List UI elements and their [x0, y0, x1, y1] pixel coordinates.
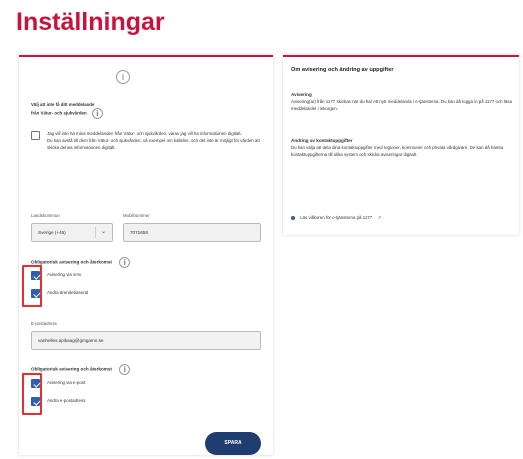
- info-panel: Om avisering och ändring av uppgifter Av…: [283, 55, 519, 235]
- info-section-notification: Avisering Avisering(ar) från 1177 skicka…: [291, 91, 513, 112]
- email-label: E-postadress: [31, 321, 57, 326]
- info-panel-title: Om avisering och ändring av uppgifter: [291, 67, 394, 73]
- country-code-value: Sverige (+46): [38, 230, 66, 235]
- chevron-down-icon: ⌄: [100, 229, 106, 235]
- bullet-icon: [291, 215, 295, 220]
- terms-link[interactable]: Läs villkoren för e-tjänsterna på 1177 ↗: [291, 215, 381, 221]
- email-option-2-label: Andra e-postadress: [47, 398, 86, 403]
- section-text: Du kan välja att dela dina kontaktuppgif…: [291, 145, 504, 157]
- no-contact-heading: Välj att inte få ditt meddelande från Vä…: [31, 101, 261, 119]
- info-circle-icon[interactable]: i: [116, 70, 130, 84]
- section-heading: Ändring av kontaktuppgifter: [291, 138, 353, 143]
- sms-option-1-checkbox[interactable]: [31, 271, 40, 280]
- country-code-label: Landskommun: [31, 213, 60, 218]
- heading-line-2: från Vätur- och sjukvården: [31, 110, 87, 116]
- email-option-1-checkbox[interactable]: [31, 379, 40, 388]
- email-option-2-checkbox[interactable]: [31, 397, 40, 406]
- mobile-label: Mobilnummer: [123, 213, 150, 218]
- save-button[interactable]: SPARA: [205, 432, 261, 455]
- page-title: Inställningar: [16, 8, 165, 36]
- email-input[interactable]: vanhelles.apikaag@gmgamn.se: [31, 331, 261, 350]
- info-circle-icon[interactable]: i: [119, 364, 131, 375]
- mobile-value: 7071658: [130, 230, 148, 235]
- select-divider: [95, 227, 96, 238]
- sms-group-heading: Obligatorisk avisering och återkomst i: [31, 257, 131, 268]
- info-circle-icon[interactable]: i: [119, 257, 131, 268]
- email-value: vanhelles.apikaag@gmgamn.se: [38, 338, 104, 343]
- section-heading: Avisering: [291, 92, 312, 97]
- no-contact-checkbox[interactable]: [31, 131, 40, 140]
- terms-link-label: Läs villkoren för e-tjänsterna på 1177: [300, 215, 373, 220]
- info-circle-icon[interactable]: i: [91, 108, 103, 119]
- settings-card: i Välj att inte få ditt meddelande från …: [19, 55, 273, 455]
- email-option-1-label: Avisering via e-post: [47, 380, 86, 385]
- country-code-select[interactable]: Sverige (+46) ⌄: [31, 223, 113, 242]
- email-group-heading: Obligatorisk avisering och återkomst i: [31, 364, 131, 375]
- section-text: Avisering(ar) från 1177 skickas när du h…: [291, 99, 512, 111]
- mobile-input[interactable]: 7071658: [123, 223, 261, 242]
- no-contact-description: Du kan avstå till dem från Vätur- och sj…: [47, 138, 260, 150]
- info-section-contact: Ändring av kontaktuppgifter Du kan välja…: [291, 137, 513, 158]
- external-link-icon: ↗: [377, 215, 382, 220]
- sms-option-2-label: Andra ärendebaserat: [47, 290, 89, 295]
- no-contact-label: Jag vill inte ha mina meddelanden från V…: [47, 131, 242, 136]
- heading-line-1: Välj att inte få ditt meddelande: [31, 102, 95, 107]
- sms-option-2-checkbox[interactable]: [31, 289, 40, 298]
- no-contact-option: Jag vill inte ha mina meddelanden från V…: [31, 130, 261, 151]
- sms-option-1-label: Avisering via sms: [47, 272, 82, 277]
